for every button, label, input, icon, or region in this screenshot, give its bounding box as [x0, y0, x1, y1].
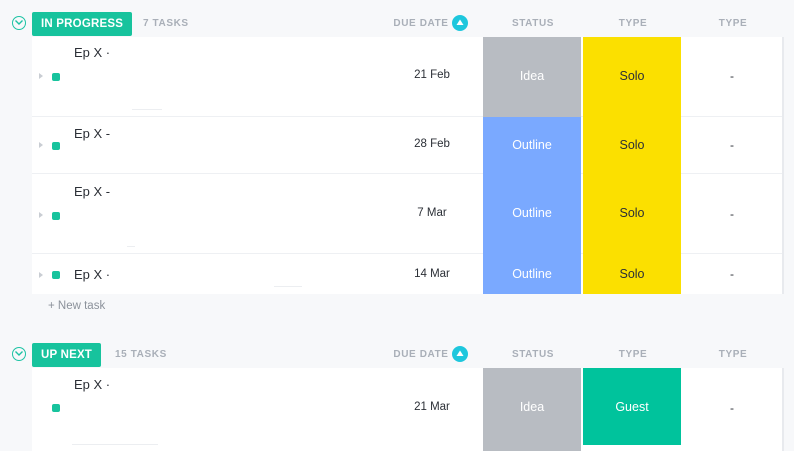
- col-header-type-2[interactable]: TYPE: [683, 349, 783, 360]
- due-date[interactable]: 21 Feb: [402, 69, 462, 81]
- table-row[interactable]: Ep X - 28 Feb Outline Solo -: [32, 117, 782, 174]
- new-task-button[interactable]: + New task: [48, 300, 105, 312]
- expand-caret-icon[interactable]: [39, 272, 43, 278]
- task-status-square-icon[interactable]: [52, 142, 60, 150]
- table-row[interactable]: Ep X · 21 Feb Idea Solo -: [32, 37, 782, 117]
- status-cell[interactable]: Outline: [483, 254, 581, 294]
- sort-ascending-icon[interactable]: [452, 346, 468, 362]
- task-status-square-icon[interactable]: [52, 212, 60, 220]
- due-date[interactable]: 28 Feb: [402, 138, 462, 150]
- col-header-status[interactable]: STATUS: [483, 18, 583, 29]
- col-header-due-date[interactable]: DUE DATE: [384, 18, 458, 29]
- col-header-type-2[interactable]: TYPE: [683, 18, 783, 29]
- scroll-edge: [782, 368, 784, 451]
- due-date[interactable]: 21 Mar: [402, 401, 462, 413]
- task-name[interactable]: Ep X ·: [74, 267, 110, 282]
- expand-caret-icon[interactable]: [39, 212, 43, 218]
- type-cell[interactable]: Solo: [583, 37, 681, 117]
- divider: [72, 444, 158, 445]
- col-header-type[interactable]: TYPE: [583, 349, 683, 360]
- expand-caret-icon[interactable]: [39, 73, 43, 79]
- task-name[interactable]: Ep X -: [74, 184, 110, 199]
- task-status-square-icon[interactable]: [52, 271, 60, 279]
- collapse-chevron-icon[interactable]: [12, 347, 26, 361]
- type2-cell[interactable]: -: [682, 138, 782, 152]
- col-header-type[interactable]: TYPE: [583, 18, 683, 29]
- status-cell[interactable]: Outline: [483, 174, 581, 254]
- collapse-chevron-icon[interactable]: [12, 16, 26, 30]
- task-count: 15 TASKS: [115, 349, 167, 360]
- due-date[interactable]: 14 Mar: [402, 268, 462, 280]
- col-header-due-date[interactable]: DUE DATE: [384, 349, 458, 360]
- group-status-pill[interactable]: UP NEXT: [32, 343, 102, 367]
- type-cell[interactable]: Solo: [583, 174, 681, 254]
- task-name[interactable]: Ep X -: [74, 126, 110, 141]
- task-status-square-icon[interactable]: [52, 404, 60, 412]
- divider: [127, 246, 135, 247]
- table-row[interactable]: Ep X · 21 Mar Idea Guest -: [32, 368, 782, 451]
- status-cell[interactable]: Idea: [483, 368, 581, 451]
- task-status-square-icon[interactable]: [52, 73, 60, 81]
- type2-cell[interactable]: -: [682, 267, 782, 281]
- table-row[interactable]: Ep X · 14 Mar Outline Solo -: [32, 254, 782, 294]
- scroll-edge: [782, 37, 784, 294]
- due-date[interactable]: 7 Mar: [402, 207, 462, 219]
- task-name[interactable]: Ep X ·: [74, 377, 110, 392]
- divider: [274, 286, 302, 287]
- type2-cell[interactable]: -: [682, 207, 782, 221]
- col-header-status[interactable]: STATUS: [483, 349, 583, 360]
- task-count: 7 TASKS: [143, 18, 189, 29]
- type-cell[interactable]: Guest: [583, 368, 681, 445]
- task-list-up-next: Ep X · 21 Mar Idea Guest -: [32, 368, 782, 451]
- status-cell[interactable]: Idea: [483, 37, 581, 117]
- task-list-in-progress: Ep X · 21 Feb Idea Solo - Ep X - 28 Feb …: [32, 37, 782, 294]
- group-status-pill[interactable]: IN PROGRESS: [32, 12, 133, 36]
- type-cell[interactable]: Solo: [583, 254, 681, 294]
- group-header-up-next: UP NEXT 15 TASKS DUE DATE STATUS TYPE TY…: [0, 343, 794, 369]
- expand-caret-icon[interactable]: [39, 142, 43, 148]
- type2-cell[interactable]: -: [682, 401, 782, 415]
- type2-cell[interactable]: -: [682, 69, 782, 83]
- group-header-in-progress: IN PROGRESS 7 TASKS DUE DATE STATUS TYPE…: [0, 12, 794, 38]
- divider: [132, 109, 162, 110]
- sort-ascending-icon[interactable]: [452, 15, 468, 31]
- type-cell[interactable]: Solo: [583, 117, 681, 174]
- table-row[interactable]: Ep X - 7 Mar Outline Solo -: [32, 174, 782, 254]
- status-cell[interactable]: Outline: [483, 117, 581, 174]
- task-name[interactable]: Ep X ·: [74, 45, 110, 60]
